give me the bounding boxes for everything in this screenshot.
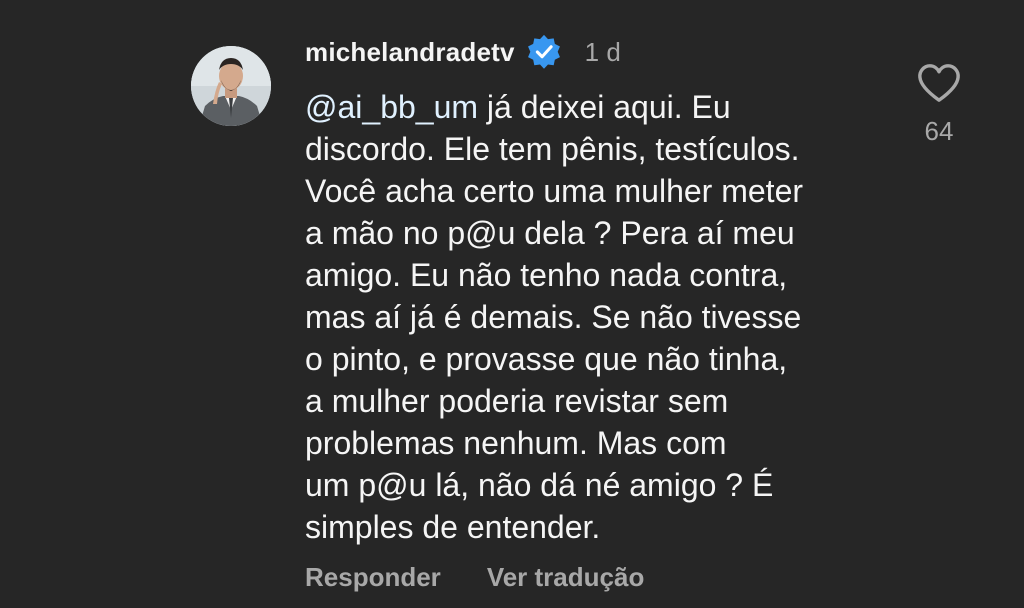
comment-line: discordo. Ele tem pênis, testículos. — [305, 131, 800, 167]
comment-line: mas aí já é demais. Se não tivesse — [305, 299, 802, 335]
comment-line: já deixei aqui. Eu — [478, 89, 731, 125]
heart-icon[interactable] — [916, 62, 962, 104]
comment-line: simples de entender. — [305, 509, 601, 545]
translate-button[interactable]: Ver tradução — [487, 562, 645, 593]
mention-link[interactable]: @ai_bb_um — [305, 89, 478, 125]
like-count: 64 — [924, 116, 954, 146]
comment-line: a mão no p@u dela ? Pera aí meu — [305, 215, 795, 251]
comment-line: Você acha certo uma mulher meter — [305, 173, 804, 209]
comment-text: @ai_bb_um já deixei aqui. Eu discordo. E… — [305, 86, 895, 548]
comment-actions: Responder Ver tradução — [305, 562, 690, 593]
like-area: 64 — [912, 62, 966, 147]
comment-line: o pinto, e provasse que não tinha, — [305, 341, 788, 377]
profile-photo — [191, 46, 271, 126]
comment-header: michelandradetv 1 d — [305, 30, 621, 74]
comment-line: um p@u lá, não dá né amigo ? É — [305, 467, 774, 503]
comment-line: problemas nenhum. Mas com — [305, 425, 727, 461]
username[interactable]: michelandradetv — [305, 37, 515, 68]
comment-line: a mulher poderia revistar sem — [305, 383, 729, 419]
avatar[interactable] — [191, 46, 271, 126]
verified-badge-icon — [525, 33, 563, 71]
comment-timestamp: 1 d — [584, 36, 621, 67]
comment-line: amigo. Eu não tenho nada contra, — [305, 257, 788, 293]
reply-button[interactable]: Responder — [305, 562, 441, 593]
